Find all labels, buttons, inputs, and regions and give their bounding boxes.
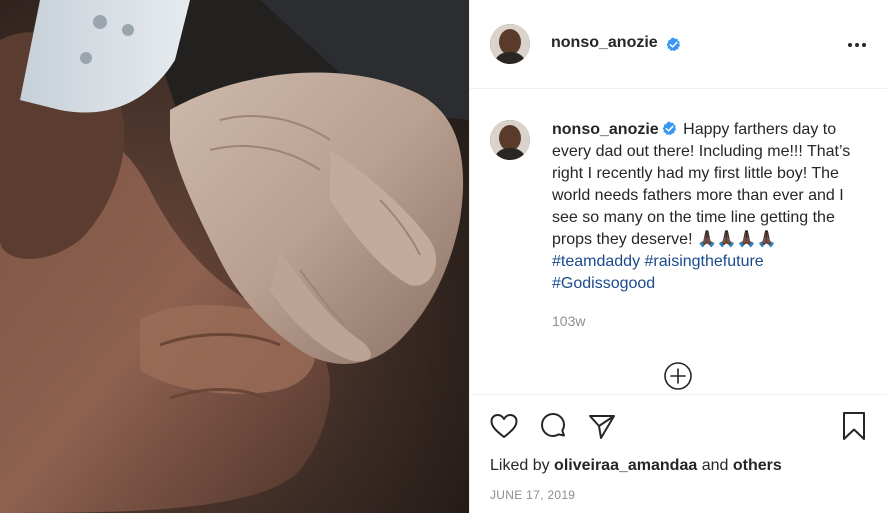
post-photo-image [0, 0, 469, 513]
avatar-image [490, 24, 530, 64]
instagram-post: nonso_anozie nonso_anozie Happy farthers… [0, 0, 887, 513]
post-actions [470, 396, 887, 456]
likes-others-link[interactable]: others [733, 457, 782, 474]
caption-author-avatar[interactable] [490, 120, 530, 160]
caption-time-ago[interactable]: 103w [552, 313, 585, 329]
post-date[interactable]: JUNE 17, 2019 [490, 488, 575, 502]
paper-plane-icon[interactable] [586, 410, 618, 442]
post-photo[interactable] [0, 0, 469, 513]
likes-prefix: Liked by [490, 457, 550, 474]
likes-summary: Liked by oliveiraa_amandaa and others [490, 457, 782, 475]
caption-username[interactable]: nonso_anozie [552, 121, 659, 138]
plus-circle-icon[interactable] [663, 361, 693, 391]
likes-connector: and [701, 457, 729, 474]
more-options-icon[interactable] [848, 38, 868, 52]
comment-bubble-icon[interactable] [537, 410, 569, 442]
verified-badge-icon [662, 121, 677, 136]
hashtag-link[interactable]: #raisingthefuture [645, 253, 764, 270]
hashtag-link[interactable]: #Godissogood [552, 275, 655, 292]
post-side-panel: nonso_anozie nonso_anozie Happy farthers… [469, 0, 887, 513]
bookmark-icon[interactable] [838, 410, 870, 442]
caption-emoji: 🙏🏿🙏🏿🙏🏿🙏🏿 [696, 231, 777, 248]
avatar-image [490, 120, 530, 160]
post-caption: nonso_anozie Happy farthers day to every… [552, 119, 857, 295]
heart-icon[interactable] [488, 410, 520, 442]
hashtag-link[interactable]: #teamdaddy [552, 253, 640, 270]
liked-by-username[interactable]: oliveiraa_amandaa [554, 457, 697, 474]
verified-badge-icon [666, 37, 681, 52]
post-header: nonso_anozie [470, 0, 887, 89]
comments-section: nonso_anozie Happy farthers day to every… [470, 90, 887, 395]
caption-text: Happy farthers day to every dad out ther… [552, 121, 851, 248]
author-avatar[interactable] [490, 24, 530, 64]
author-username[interactable]: nonso_anozie [551, 34, 658, 52]
